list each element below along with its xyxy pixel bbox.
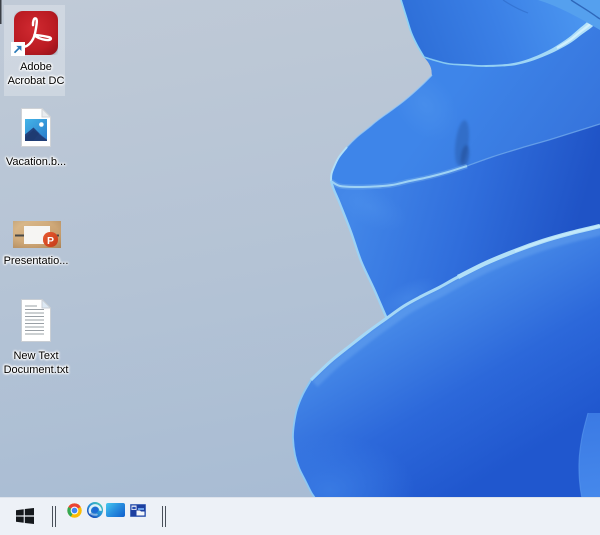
svg-text:P: P xyxy=(47,235,54,247)
